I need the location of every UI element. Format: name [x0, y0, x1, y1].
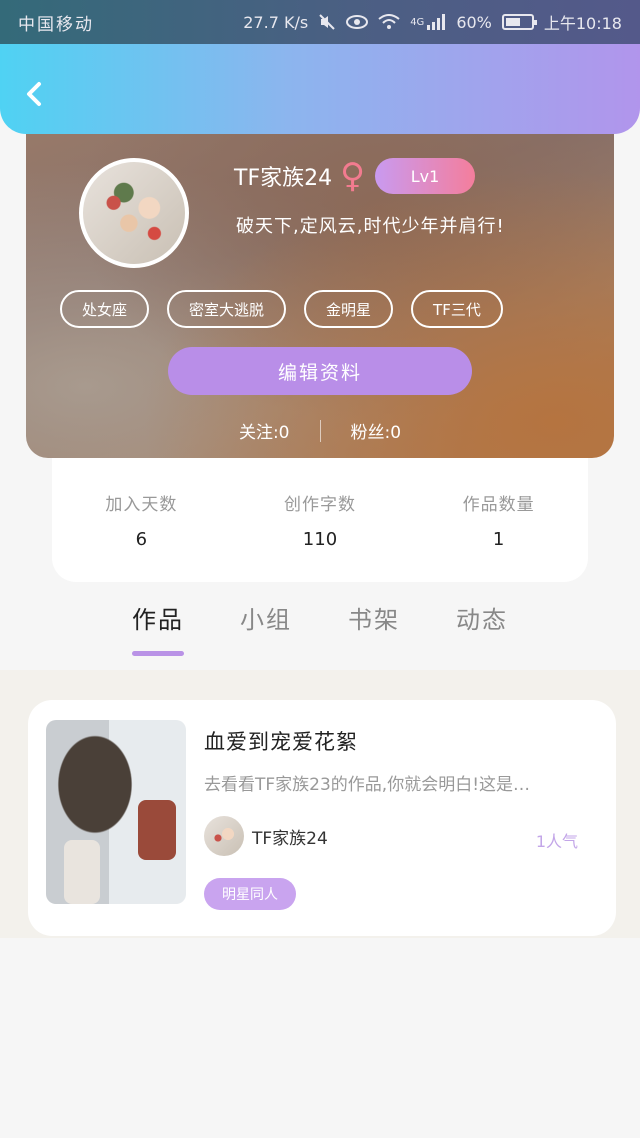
tab-label: 动态	[456, 606, 508, 634]
username: TF家族24	[234, 166, 333, 191]
popularity-count: 1人气	[535, 832, 578, 851]
work-title: 血爱到宠爱花絮	[204, 730, 358, 754]
work-card[interactable]: 血爱到宠爱花絮 去看看TF家族23的作品,你就会明白!这是… TF家族24 1人…	[28, 700, 616, 936]
bio-text: 破天下,定风云,时代少年并肩行!	[236, 216, 505, 237]
wifi-icon	[378, 14, 400, 30]
author-row: TF家族24	[204, 816, 328, 856]
tab-bookshelf[interactable]: 书架	[348, 600, 400, 656]
work-cover-image	[46, 720, 186, 904]
stat-word-count: 创作字数 110	[240, 490, 400, 550]
works-list: 血爱到宠爱花絮 去看看TF家族23的作品,你就会明白!这是… TF家族24 1人…	[0, 670, 640, 938]
follow-row: 关注:0 粉丝:0	[26, 418, 614, 443]
tag: 金明星	[304, 290, 394, 328]
tab-groups[interactable]: 小组	[240, 600, 292, 656]
tag: 处女座	[60, 290, 150, 328]
stat-join-days: 加入天数 6	[61, 490, 221, 550]
tag-list: 处女座 密室大逃脱 金明星 TF三代	[60, 290, 503, 328]
clock: 上午10:18	[543, 14, 622, 33]
battery-percent: 60%	[456, 12, 492, 32]
mute-icon	[318, 13, 336, 31]
stat-value: 110	[302, 529, 338, 550]
active-tab-indicator	[132, 651, 184, 656]
tag: TF三代	[411, 290, 503, 328]
author-name: TF家族24	[252, 828, 328, 849]
followers-count[interactable]: 粉丝:0	[351, 418, 402, 443]
avatar[interactable]	[79, 158, 189, 268]
author-avatar	[204, 816, 244, 856]
level-badge: Lv1	[375, 158, 475, 194]
tab-works[interactable]: 作品	[132, 600, 184, 656]
tab-label: 书架	[348, 606, 400, 634]
tab-activity[interactable]: 动态	[456, 600, 508, 656]
stat-label: 加入天数	[105, 495, 178, 515]
work-excerpt: 去看看TF家族23的作品,你就会明白!这是…	[204, 775, 531, 795]
tab-label: 作品	[132, 606, 184, 634]
female-icon: ♀	[340, 156, 365, 196]
battery-icon	[501, 14, 537, 30]
back-button[interactable]	[18, 78, 50, 110]
divider	[319, 419, 321, 442]
stat-label: 作品数量	[462, 495, 535, 515]
profile-card: TF家族24 ♀ Lv1 破天下,定风云,时代少年并肩行! 处女座 密室大逃脱 …	[26, 100, 614, 458]
category-badge: 明星同人	[204, 878, 296, 910]
stat-value: 1	[492, 529, 505, 550]
profile-tabs: 作品 小组 书架 动态	[0, 600, 640, 670]
signal-icon: 4G	[410, 13, 446, 31]
stat-work-count: 作品数量 1	[419, 490, 579, 550]
name-row: TF家族24 ♀ Lv1	[234, 158, 475, 194]
edit-profile-button[interactable]: 编辑资料	[168, 347, 472, 395]
carrier-label: 中国移动	[18, 14, 94, 35]
network-type: 4G	[410, 16, 425, 28]
stat-label: 创作字数	[283, 495, 356, 515]
chevron-left-icon	[27, 82, 41, 106]
stats-card: 加入天数 6 创作字数 110 作品数量 1	[52, 458, 588, 582]
status-indicators: 27.7 K/s 4G 60% 上午10:18	[243, 10, 622, 34]
following-count[interactable]: 关注:0	[239, 418, 290, 443]
tag: 密室大逃脱	[167, 290, 287, 328]
tab-label: 小组	[240, 606, 292, 634]
status-bar: 中国移动 27.7 K/s 4G 60% 上午10:18	[0, 0, 640, 44]
stat-value: 6	[135, 529, 148, 550]
eye-icon	[346, 14, 369, 30]
network-speed: 27.7 K/s	[243, 12, 309, 32]
